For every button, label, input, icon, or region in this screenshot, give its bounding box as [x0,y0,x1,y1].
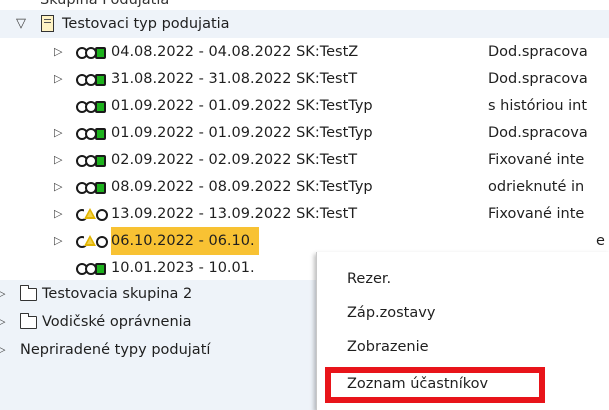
expand-arrow-icon[interactable]: ▷ [54,65,62,93]
event-row[interactable]: ▷ 01.09.2022 - 01.09.2022 SK:TestTyp Dod.s… [0,119,609,147]
top-partial-label: Skupina Podujatia [40,0,170,8]
expand-arrow-icon[interactable]: ▷ [0,308,5,336]
expand-arrow-icon[interactable]: ▷ [0,336,5,364]
event-row[interactable]: ▷ 06.10.2022 - 06.10. e [0,227,609,255]
event-description: Dod.spracova [488,71,588,87]
folder-label: Nepriradené typy podujatí [20,342,211,358]
event-label: 04.08.2022 - 04.08.2022 SK:TestZ [111,44,359,60]
event-description: Fixované inte [488,152,585,168]
chevron-down-icon[interactable]: ▽ [16,10,26,38]
expand-arrow-icon[interactable]: ▷ [54,173,62,201]
event-description: odrieknuté in [488,179,585,195]
menu-item-rezer[interactable]: Rezer. [347,266,391,292]
group-label: Testovaci typ podujatia [62,16,230,32]
event-row[interactable]: ▷ 02.09.2022 - 02.09.2022 SK:TestT Fixovan… [0,146,609,174]
event-description: Dod.spracova [488,44,588,60]
status-warning-icon [76,235,108,248]
status-ok-icon [76,263,106,275]
event-label: 08.09.2022 - 08.09.2022 SK:TestTyp [111,179,373,195]
event-description: Dod.spracova [488,125,588,141]
event-description: e [596,233,605,249]
event-row[interactable]: 01.09.2022 - 01.09.2022 SK:TestTyp s hist… [0,92,609,120]
event-label: 06.10.2022 - 06.10. [111,227,259,255]
tree-node-group[interactable]: ▽ Testovaci typ podujatia [0,10,609,38]
status-ok-icon [76,101,106,113]
event-label: 31.08.2022 - 31.08.2022 SK:TestT [111,71,358,87]
event-row[interactable]: ▷ 08.09.2022 - 08.09.2022 SK:TestTyp odrie… [0,173,609,201]
expand-arrow-icon[interactable]: ▷ [54,119,62,147]
folder-icon [19,285,37,301]
event-row[interactable]: ▷ 31.08.2022 - 31.08.2022 SK:TestT Dod.spr… [0,65,609,93]
event-row[interactable]: ▷ 13.09.2022 - 13.09.2022 SK:TestT Fixovan… [0,200,609,228]
expand-arrow-icon[interactable]: ▷ [54,38,62,66]
folder-label: Vodičské oprávnenia [42,314,192,330]
event-label: 01.09.2022 - 01.09.2022 SK:TestTyp [111,125,373,141]
expand-arrow-icon[interactable]: ▷ [54,227,62,255]
event-description: Fixované inte [488,206,585,222]
status-ok-icon [76,155,106,167]
event-label: 13.09.2022 - 13.09.2022 SK:TestT [111,206,358,222]
top-partial-row: Skupina Podujatia [0,0,609,10]
folder-label: Testovacia skupina 2 [42,286,193,302]
event-label: 01.09.2022 - 01.09.2022 SK:TestTyp [111,98,373,114]
document-icon [41,15,54,32]
status-warning-icon [76,208,108,221]
expand-arrow-icon[interactable]: ▷ [0,280,5,308]
status-ok-icon [76,182,106,194]
menu-item-zobrazenie[interactable]: Zobrazenie [347,334,429,360]
event-row[interactable]: ▷ 04.08.2022 - 04.08.2022 SK:TestZ Dod.spr… [0,38,609,66]
status-ok-icon [76,74,106,86]
event-label: 10.01.2023 - 10.01. [111,260,255,276]
menu-item-zap-zostavy[interactable]: Záp.zostavy [347,300,435,326]
status-ok-icon [76,128,106,140]
event-description: s históriou int [488,98,588,114]
expand-arrow-icon[interactable]: ▷ [54,146,62,174]
status-ok-icon [76,47,106,59]
event-label: 02.09.2022 - 02.09.2022 SK:TestT [111,152,358,168]
expand-arrow-icon[interactable]: ▷ [54,200,62,228]
folder-icon [19,313,37,329]
highlight-box [325,367,545,403]
